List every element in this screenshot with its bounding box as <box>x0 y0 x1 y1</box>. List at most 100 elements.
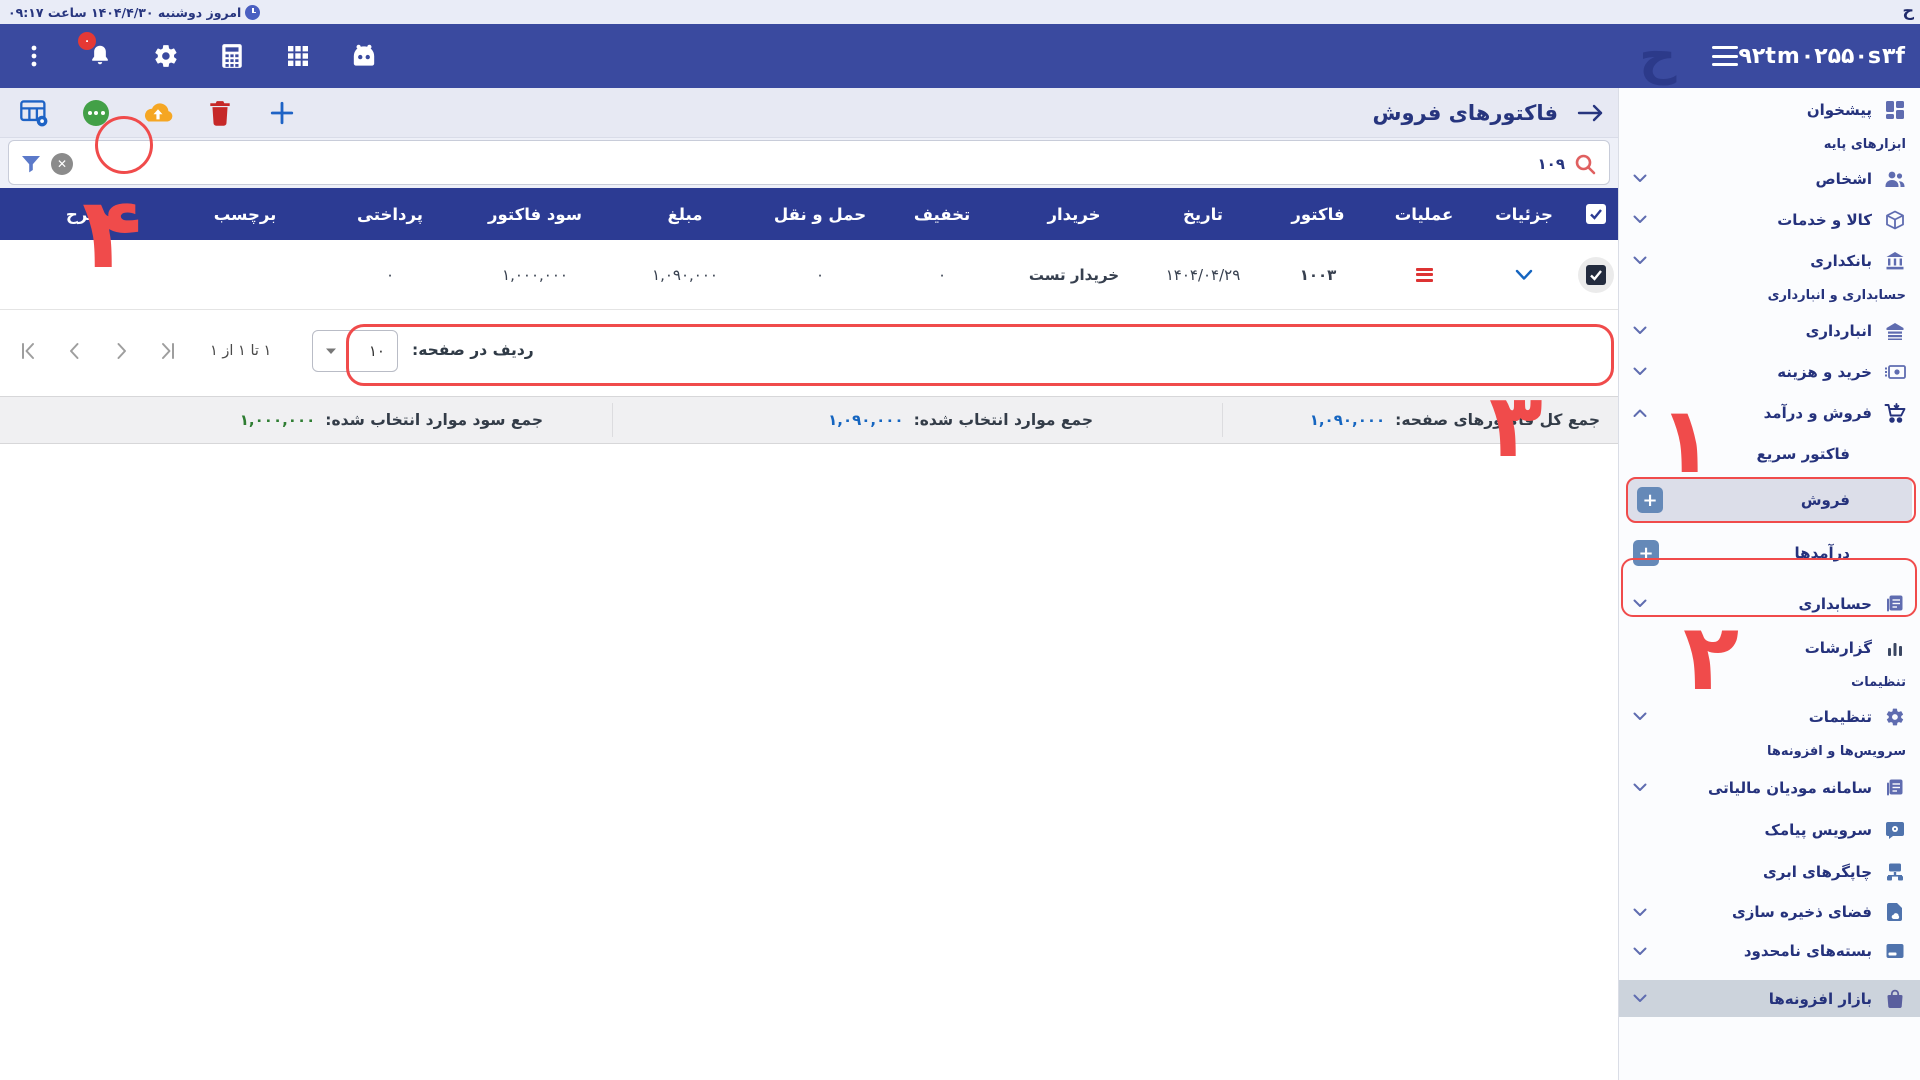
table-columns-settings-icon[interactable] <box>16 95 52 131</box>
sidebar-item-sales-income[interactable]: فروش و درآمد <box>1619 392 1920 434</box>
summary-bar: جمع کل فاکتورهای صفحه: ۱,۰۹۰,۰۰۰ جمع موا… <box>0 396 1618 444</box>
clear-filter-icon[interactable]: ✕ <box>51 153 73 175</box>
add-sales-invoice-button[interactable]: + <box>1637 487 1663 513</box>
table-row[interactable]: ۱۰۰۳ ۱۴۰۴/۰۴/۲۹ خریدار تست ۰ ۰ ۱,۰۹۰,۰۰۰… <box>0 240 1618 310</box>
filter-funnel-icon[interactable] <box>19 152 43 176</box>
sidebar-item-settings[interactable]: تنظیمات <box>1619 697 1920 736</box>
row-date: ۱۴۰۴/۰۴/۲۹ <box>1144 240 1262 309</box>
sidebar-item-purchase-expense[interactable]: خرید و هزینه <box>1619 351 1920 392</box>
sidebar-item-accounting[interactable]: حسابداری <box>1619 579 1920 628</box>
chevron-down-icon <box>1633 174 1647 183</box>
sidebar-item-sales[interactable]: فروش + <box>1627 477 1912 523</box>
gears-icon <box>1884 706 1906 728</box>
pagination-bar: ۱ تا ۱ از ۱ ۱۰ ردیف در صفحه: <box>0 310 1618 396</box>
summary-selected-total: جمع موارد انتخاب شده: ۱,۰۹۰,۰۰۰ <box>828 397 1093 443</box>
col-amount[interactable]: مبلغ <box>610 188 760 240</box>
storage-icon <box>1884 901 1906 923</box>
sidebar-item-goods-services[interactable]: کالا و خدمات <box>1619 199 1920 240</box>
clock-icon <box>245 5 260 20</box>
delete-icon[interactable] <box>202 95 238 131</box>
toolbar <box>16 88 300 138</box>
rows-per-page-select[interactable]: ۱۰ <box>312 330 398 372</box>
chevron-down-icon <box>1633 256 1647 265</box>
row-amount: ۱,۰۹۰,۰۰۰ <box>610 240 760 309</box>
col-discount[interactable]: تخفیف <box>880 188 1004 240</box>
chevron-down-icon <box>1633 908 1647 917</box>
sidebar-item-warehousing[interactable]: انبارداری <box>1619 310 1920 351</box>
sidebar-item-incomes[interactable]: درآمدها + <box>1619 527 1920 579</box>
sidebar-item-dashboard[interactable]: پیشخوان <box>1619 88 1920 131</box>
more-options-icon[interactable] <box>78 95 114 131</box>
sidebar-item-cloud-printers[interactable]: چاپگرهای ابری <box>1619 851 1920 893</box>
back-arrow-icon[interactable] <box>1576 102 1606 124</box>
navbar-icon-group: ۰ <box>14 24 384 88</box>
chevron-down-icon <box>1633 712 1647 721</box>
cloud-upload-icon[interactable] <box>140 95 176 131</box>
chevron-down-icon <box>1633 326 1647 335</box>
pager <box>16 338 180 364</box>
prev-page-icon[interactable] <box>62 338 88 364</box>
cloud-printer-icon <box>1884 861 1906 883</box>
sidebar-item-storage[interactable]: فضای ذخیره سازی <box>1619 893 1920 931</box>
table-header: جزئیات عملیات فاکتور تاریخ خریدار تخفیف … <box>0 188 1618 240</box>
row-shipping: ۰ <box>760 240 880 309</box>
col-operations[interactable]: عملیات <box>1374 188 1474 240</box>
chevron-down-icon <box>1633 994 1647 1003</box>
search-icon[interactable] <box>1573 152 1597 176</box>
row-invoice-no[interactable]: ۱۰۰۳ <box>1262 240 1374 309</box>
sidebar-item-banking[interactable]: بانکداری <box>1619 240 1920 281</box>
bar-chart-icon <box>1884 637 1906 659</box>
apps-grid-icon[interactable] <box>278 36 318 76</box>
brand-logo-large: ح <box>1639 26 1676 86</box>
add-income-button[interactable]: + <box>1633 540 1659 566</box>
rows-per-page-value: ۱۰ <box>369 342 385 360</box>
chevron-down-icon <box>1633 215 1647 224</box>
row-checkbox[interactable] <box>1586 265 1606 285</box>
sidebar-item-plugin-market[interactable]: بازار افزونه‌ها <box>1619 980 1920 1017</box>
bell-icon[interactable]: ۰ <box>80 36 120 76</box>
sidebar-item-persons[interactable]: اشخاص <box>1619 158 1920 199</box>
col-tag[interactable]: برچسب <box>170 188 320 240</box>
chevron-down-icon <box>1633 947 1647 956</box>
menu-dots-icon[interactable] <box>14 36 54 76</box>
assistant-robot-icon[interactable] <box>344 36 384 76</box>
package-icon <box>1884 940 1906 962</box>
gear-icon[interactable] <box>146 36 186 76</box>
row-tag <box>170 240 320 309</box>
row-operations-icon[interactable] <box>1416 268 1433 282</box>
sidebar-item-quick-invoice[interactable]: فاکتور سریع <box>1619 434 1920 473</box>
date-text: امروز دوشنبه ۱۴۰۴/۴/۳۰ ساعت ۰۹:۱۷ <box>8 5 241 20</box>
sidebar-item-sms-service[interactable]: سرویس پیامک <box>1619 809 1920 851</box>
add-icon[interactable] <box>264 95 300 131</box>
search-input[interactable]: ✕ ۱۰۹ <box>8 140 1610 185</box>
hamburger-menu-icon[interactable] <box>1712 46 1738 66</box>
row-buyer[interactable]: خریدار تست <box>1004 240 1144 309</box>
cart-icon <box>1884 402 1906 424</box>
col-buyer[interactable]: خریدار <box>1004 188 1144 240</box>
workspace-id: ۹۲tm۰۲۵۵۰s۳f <box>1738 44 1906 69</box>
col-description[interactable]: شرح <box>0 188 170 240</box>
col-profit[interactable]: سود فاکتور <box>460 188 610 240</box>
filter-row: ✕ ۱۰۹ <box>0 138 1618 188</box>
sidebar-item-unlimited-packages[interactable]: بسته‌های نامحدود <box>1619 931 1920 971</box>
first-page-icon[interactable] <box>16 338 42 364</box>
sidebar-item-reports[interactable]: گزارشات <box>1619 628 1920 667</box>
page-title: فاکتورهای فروش <box>1372 101 1558 125</box>
col-shipping[interactable]: حمل و نقل <box>760 188 880 240</box>
summary-page-total: جمع کل فاکتورهای صفحه: ۱,۰۹۰,۰۰۰ <box>1310 397 1600 443</box>
col-details[interactable]: جزئیات <box>1474 188 1574 240</box>
current-date: امروز دوشنبه ۱۴۰۴/۴/۳۰ ساعت ۰۹:۱۷ <box>8 0 260 24</box>
row-details-chevron-icon[interactable] <box>1515 269 1533 281</box>
calculator-icon[interactable] <box>212 36 252 76</box>
tax-document-icon <box>1884 777 1906 799</box>
select-all-checkbox[interactable] <box>1586 204 1606 224</box>
bank-icon <box>1884 250 1906 272</box>
sidebar-item-tax-system[interactable]: سامانه مودیان مالیاتی <box>1619 766 1920 809</box>
next-page-icon[interactable] <box>108 338 134 364</box>
col-date[interactable]: تاریخ <box>1144 188 1262 240</box>
navbar-right-group: ۹۲tm۰۲۵۵۰s۳f ح <box>1409 24 1906 88</box>
col-invoice[interactable]: فاکتور <box>1262 188 1374 240</box>
col-paid[interactable]: پرداختی <box>320 188 460 240</box>
last-page-icon[interactable] <box>154 338 180 364</box>
sidebar-section-basic-tools: ابزارهای پایه <box>1619 131 1920 158</box>
